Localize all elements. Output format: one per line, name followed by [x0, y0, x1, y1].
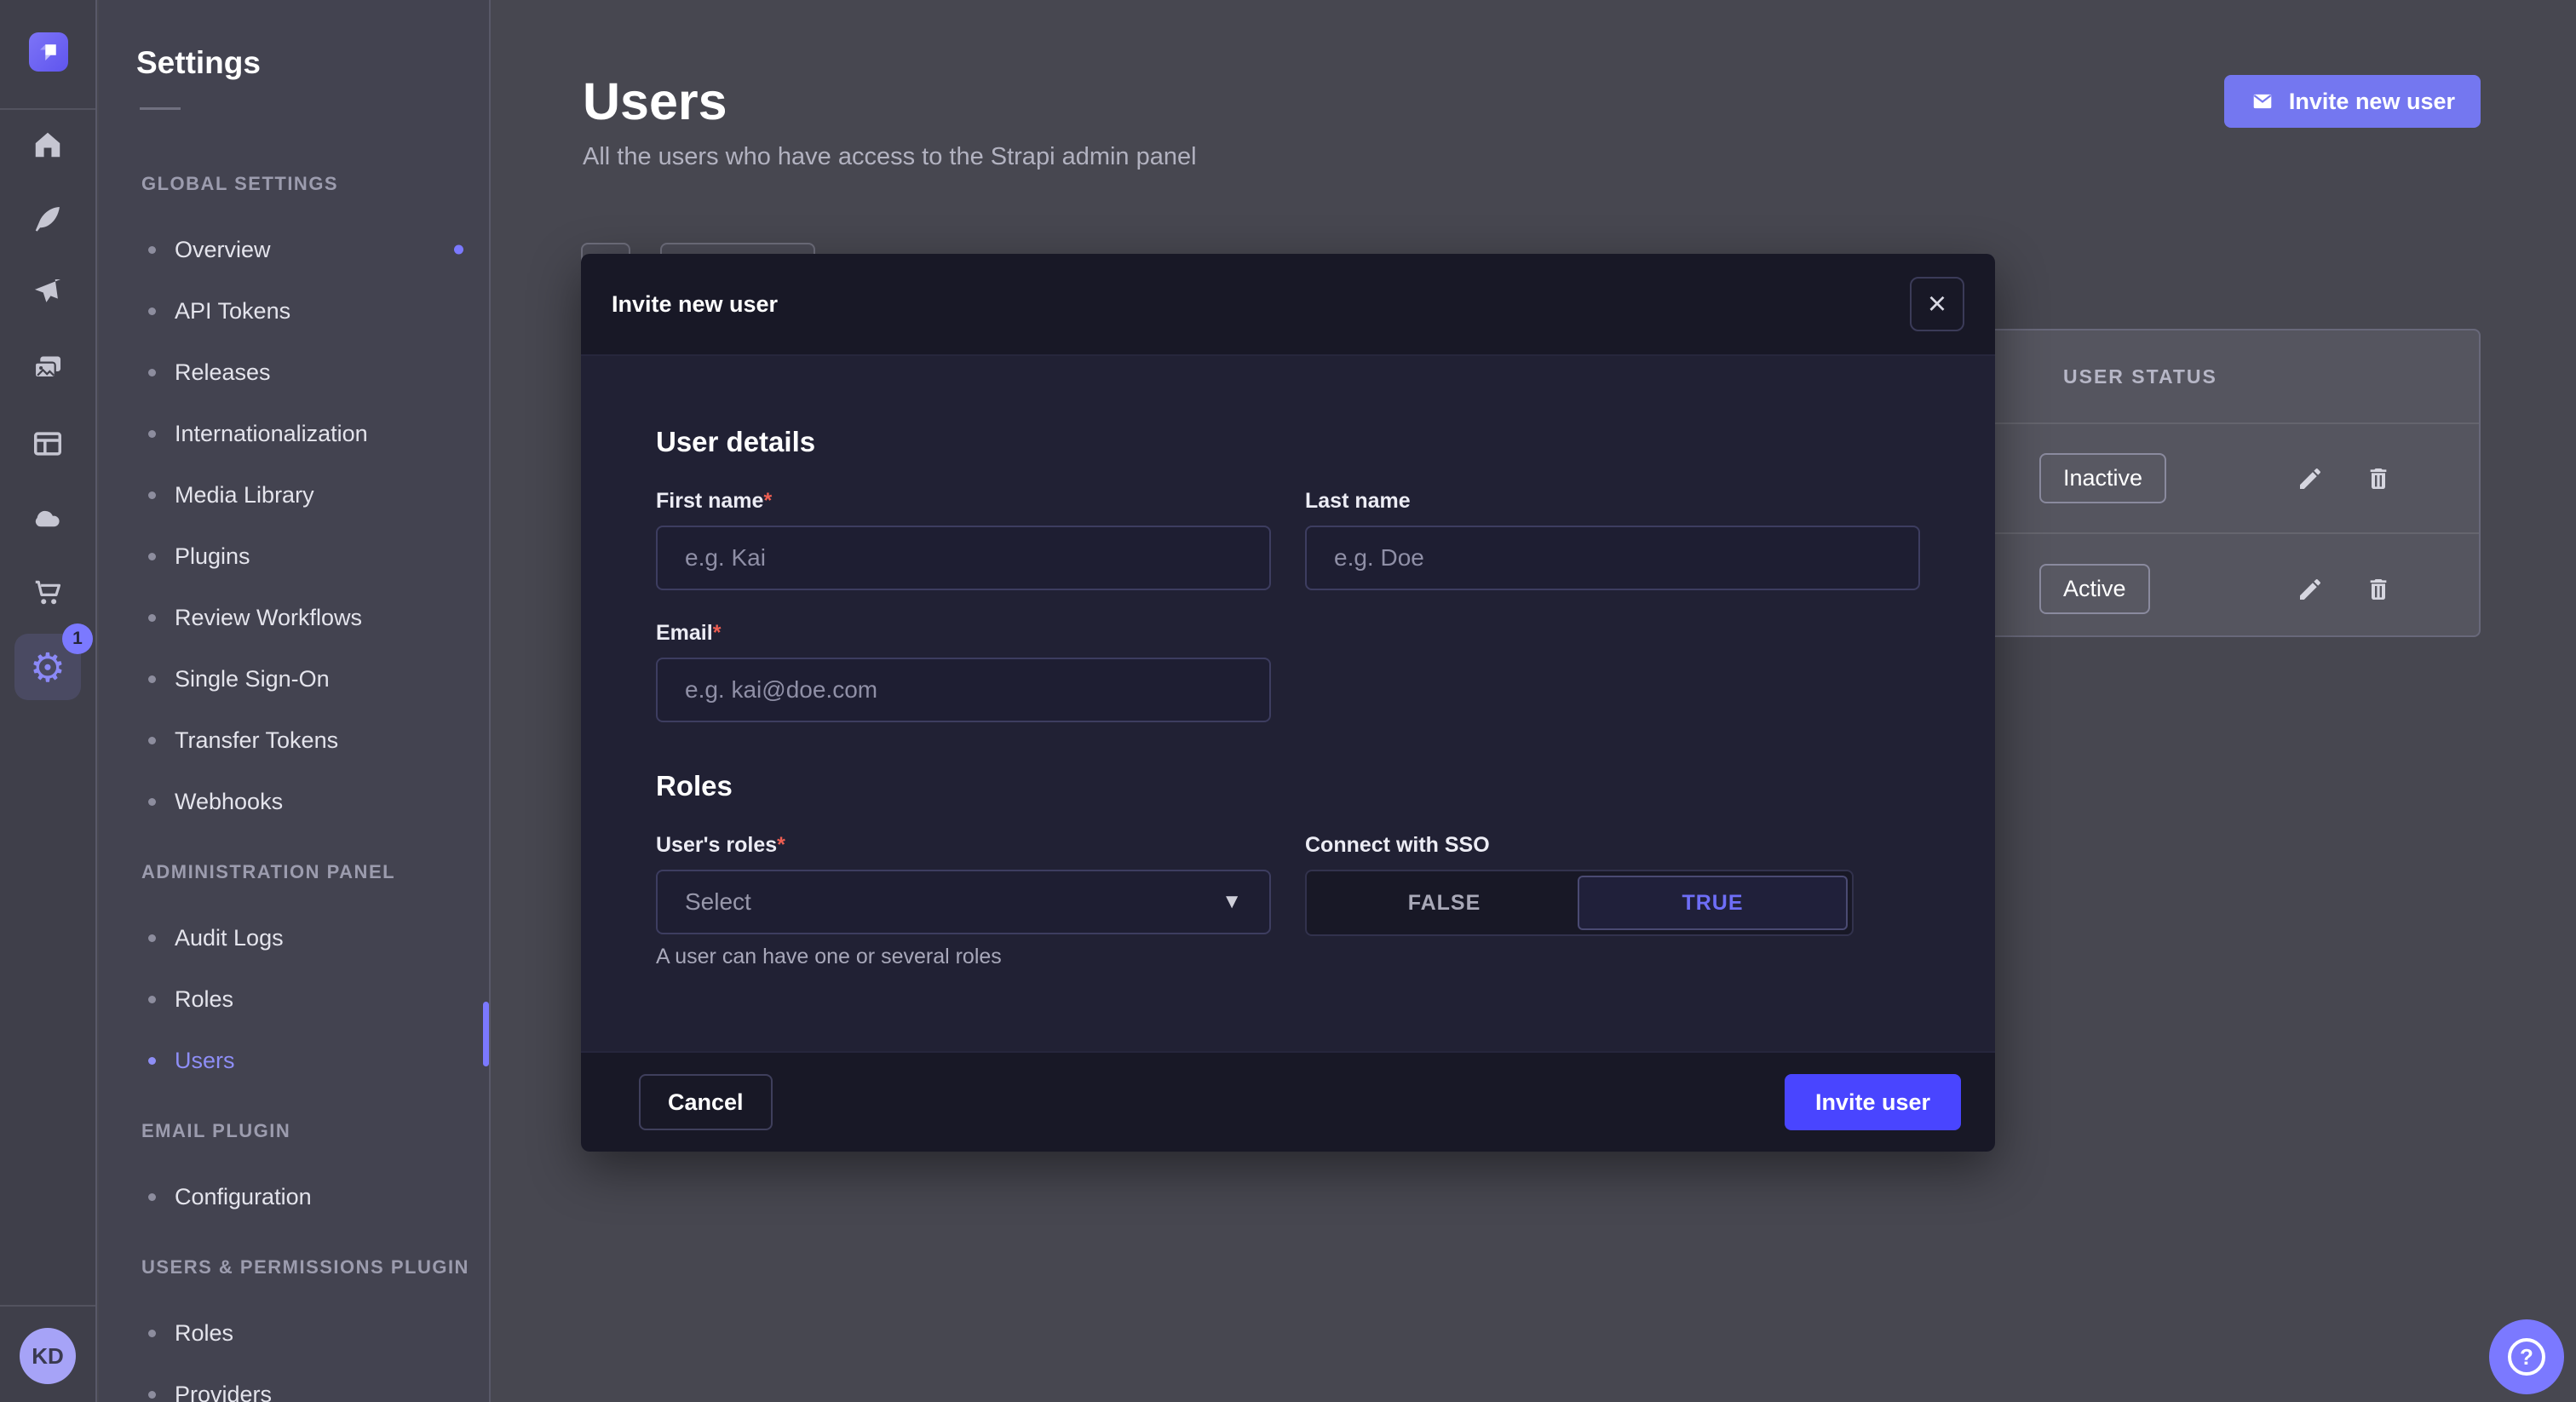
sidebar-item-media-library[interactable]: Media Library: [99, 464, 489, 526]
user-status-column-header: USER STATUS: [2063, 365, 2217, 388]
sidebar-item-admin-roles[interactable]: Roles: [99, 968, 489, 1030]
modal-footer: Cancel Invite user: [581, 1051, 1995, 1152]
sso-toggle: FALSE TRUE: [1305, 870, 1854, 936]
chevron-down-icon: ▼: [1222, 890, 1242, 914]
rail-divider-bottom: [0, 1305, 95, 1307]
sidebar-item-releases[interactable]: Releases: [99, 342, 489, 403]
sidebar-item-providers[interactable]: Providers: [99, 1364, 489, 1402]
sidebar-item-plugins[interactable]: Plugins: [99, 526, 489, 587]
settings-notification-badge: 1: [62, 623, 93, 654]
rail-divider: [0, 108, 95, 110]
invite-new-user-button[interactable]: Invite new user: [2224, 75, 2481, 128]
sidebar-item-overview[interactable]: Overview: [99, 219, 489, 280]
user-avatar[interactable]: KD: [20, 1328, 76, 1384]
notification-dot: [454, 245, 463, 255]
required-mark: *: [763, 489, 772, 513]
layout-icon[interactable]: [31, 427, 65, 461]
page-title: Users: [583, 73, 727, 129]
last-name-label: Last name: [1305, 489, 1920, 514]
strapi-admin: ⚙ 1 KD Settings GLOBAL SETTINGS Overview…: [0, 0, 2576, 1402]
modal-header: Invite new user ×: [581, 254, 1995, 356]
help-button[interactable]: ?: [2489, 1319, 2564, 1394]
section-email-plugin: EMAIL PLUGIN: [141, 1120, 489, 1142]
question-mark-icon: ?: [2508, 1338, 2545, 1376]
close-icon[interactable]: ×: [1910, 277, 1964, 331]
cloud-icon[interactable]: [31, 501, 65, 535]
delete-trash-icon[interactable]: [2360, 571, 2397, 608]
strapi-logo[interactable]: [29, 32, 68, 72]
sidebar-title: Settings: [136, 44, 489, 82]
status-badge: Active: [2039, 564, 2150, 614]
first-name-field[interactable]: [656, 526, 1271, 590]
first-name-label: First name*: [656, 489, 1271, 514]
sso-true-option[interactable]: TRUE: [1578, 876, 1848, 930]
email-field[interactable]: [656, 658, 1271, 722]
edit-pencil-icon[interactable]: [2291, 571, 2329, 608]
strapi-logo-icon: [36, 39, 61, 65]
marketplace-cart-icon[interactable]: [31, 576, 65, 610]
email-label: Email*: [656, 621, 1271, 646]
required-mark: *: [713, 621, 722, 645]
global-settings-list: Overview API Tokens Releases Internation…: [99, 219, 489, 832]
media-library-icon[interactable]: [31, 351, 65, 385]
sidebar-item-api-tokens[interactable]: API Tokens: [99, 280, 489, 342]
roles-select[interactable]: Select ▼: [656, 870, 1271, 934]
roles-heading: Roles: [656, 722, 1920, 802]
icon-rail: ⚙ 1 KD: [0, 0, 97, 1402]
paper-plane-icon[interactable]: [31, 275, 65, 309]
users-permissions-list: Roles Providers: [99, 1302, 489, 1402]
envelope-icon: [2250, 90, 2275, 112]
sidebar-item-review-workflows[interactable]: Review Workflows: [99, 587, 489, 648]
settings-gear-icon[interactable]: ⚙ 1: [14, 634, 81, 700]
feather-icon[interactable]: [31, 202, 65, 236]
modal-title: Invite new user: [612, 291, 778, 318]
user-details-heading: User details: [656, 356, 1920, 458]
sidebar-scrollbar-thumb[interactable]: [483, 1002, 489, 1066]
section-administration-panel: ADMINISTRATION PANEL: [141, 861, 489, 883]
sidebar-item-webhooks[interactable]: Webhooks: [99, 771, 489, 832]
sidebar-item-configuration[interactable]: Configuration: [99, 1166, 489, 1227]
sidebar-item-up-roles[interactable]: Roles: [99, 1302, 489, 1364]
invite-user-modal: Invite new user × User details First nam…: [581, 254, 1995, 1152]
section-users-permissions-plugin: USERS & PERMISSIONS PLUGIN: [141, 1256, 489, 1278]
sidebar-item-single-sign-on[interactable]: Single Sign-On: [99, 648, 489, 710]
administration-panel-list: Audit Logs Roles Users: [99, 907, 489, 1091]
roles-hint: A user can have one or several roles: [656, 945, 1271, 969]
sidebar-item-users[interactable]: Users: [99, 1030, 489, 1091]
invite-user-submit-button[interactable]: Invite user: [1785, 1074, 1961, 1130]
edit-pencil-icon[interactable]: [2291, 460, 2329, 497]
sso-false-option[interactable]: FALSE: [1311, 876, 1578, 930]
sidebar-item-audit-logs[interactable]: Audit Logs: [99, 907, 489, 968]
sidebar-item-transfer-tokens[interactable]: Transfer Tokens: [99, 710, 489, 771]
page-subtitle: All the users who have access to the Str…: [583, 143, 1197, 171]
users-roles-label: User's roles*: [656, 833, 1271, 858]
settings-sidebar: Settings GLOBAL SETTINGS Overview API To…: [99, 0, 491, 1402]
sidebar-item-internationalization[interactable]: Internationalization: [99, 403, 489, 464]
delete-trash-icon[interactable]: [2360, 460, 2397, 497]
sso-label: Connect with SSO: [1305, 833, 1920, 858]
required-mark: *: [777, 833, 785, 857]
title-divider: [140, 107, 181, 110]
section-global-settings: GLOBAL SETTINGS: [141, 173, 489, 195]
modal-body: User details First name* Last name Email…: [581, 356, 1995, 1051]
home-icon[interactable]: [31, 128, 65, 162]
status-badge: Inactive: [2039, 453, 2166, 503]
cancel-button[interactable]: Cancel: [639, 1074, 773, 1130]
email-plugin-list: Configuration: [99, 1166, 489, 1227]
last-name-field[interactable]: [1305, 526, 1920, 590]
